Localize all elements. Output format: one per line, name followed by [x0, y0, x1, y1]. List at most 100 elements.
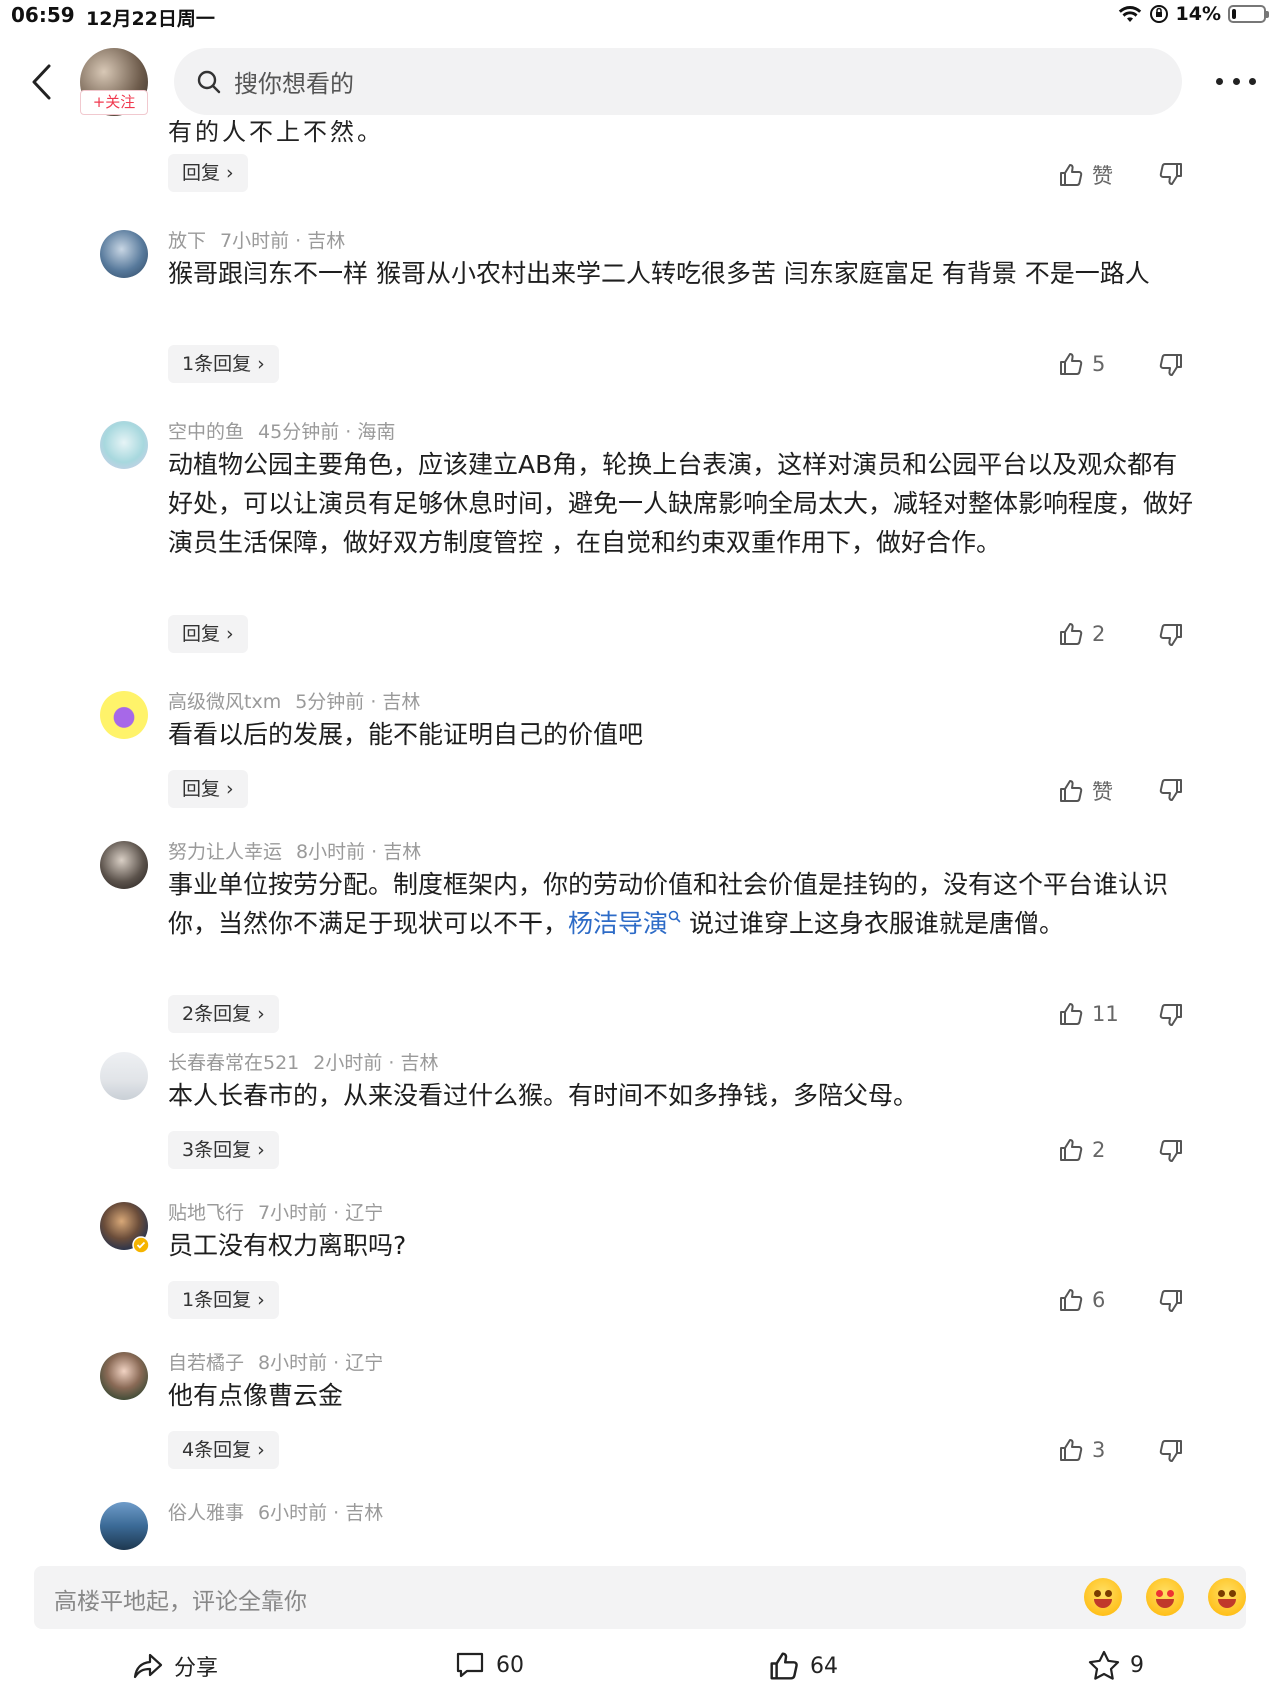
dislike-button[interactable] — [1158, 1288, 1184, 1318]
reply-button[interactable]: 回复 › — [168, 154, 248, 192]
comment-meta: 空中的鱼 45分钟前 · 海南 — [168, 421, 396, 443]
share-button[interactable]: 分享 — [132, 1650, 218, 1682]
dislike-button[interactable] — [1158, 777, 1184, 807]
header: +关注 搜你想看的 — [0, 40, 1280, 130]
like-article-button[interactable]: 64 — [768, 1650, 838, 1682]
comment-meta: 自若橘子 8小时前 · 辽宁 — [168, 1352, 384, 1374]
like-count: 11 — [1092, 1002, 1119, 1026]
dislike-button[interactable] — [1158, 161, 1184, 191]
user-avatar[interactable] — [100, 1052, 148, 1100]
search-input[interactable]: 搜你想看的 — [174, 48, 1182, 115]
reply-button[interactable]: 回复 › — [168, 770, 248, 808]
comment-meta: 高级微风txm 5分钟前 · 吉林 — [168, 691, 421, 713]
wifi-icon — [1118, 6, 1141, 22]
user-avatar[interactable] — [100, 421, 148, 469]
favorite-button[interactable]: 9 — [1088, 1650, 1144, 1680]
like-button[interactable]: 赞 — [1058, 160, 1113, 190]
battery-percent: 14% — [1175, 3, 1221, 25]
dislike-button[interactable] — [1158, 1138, 1184, 1168]
heart-eyes-emoji-icon[interactable] — [1146, 1578, 1184, 1616]
comment-username[interactable]: 努力让人幸运 — [168, 841, 282, 863]
comment-meta: 放下 7小时前 · 吉林 — [168, 230, 346, 252]
thumbs-down-icon — [1159, 1440, 1182, 1462]
like-count: 赞 — [1092, 780, 1113, 804]
user-avatar[interactable] — [100, 230, 148, 278]
user-avatar[interactable] — [100, 841, 148, 889]
comment-username[interactable]: 长春春常在521 — [168, 1052, 299, 1074]
comment-text-part: 说过谁穿上这身衣服谁就是唐僧。 — [681, 909, 1064, 938]
comment-input-placeholder: 高楼平地起，评论全靠你 — [54, 1589, 307, 1615]
comment-location: 吉林 — [307, 230, 346, 252]
view-replies-button[interactable]: 3条回复 › — [168, 1131, 279, 1169]
search-small-icon[interactable] — [668, 910, 681, 923]
comment-time: 8小时前 — [296, 841, 366, 863]
mention-link[interactable]: 杨洁导演 — [568, 909, 668, 938]
thumbs-up-icon — [1060, 1439, 1083, 1461]
user-avatar[interactable] — [100, 691, 148, 739]
status-right: 14% — [1118, 3, 1269, 25]
replies-label: 3条回复 — [182, 1139, 252, 1161]
comment-time: 7小时前 — [220, 230, 290, 252]
thumbs-down-icon — [1159, 163, 1182, 185]
user-avatar[interactable] — [100, 1502, 148, 1550]
comment-username[interactable]: 空中的鱼 — [168, 421, 244, 443]
dislike-button[interactable] — [1158, 1438, 1184, 1468]
verified-badge-icon — [132, 1236, 150, 1254]
more-options-button[interactable] — [1216, 66, 1256, 96]
thumbs-up-icon — [1060, 1003, 1083, 1025]
replies-label: 1条回复 — [182, 1289, 252, 1311]
comment-icon — [456, 1652, 484, 1678]
comment-text: 看看以后的发展，能不能证明自己的价值吧 — [168, 720, 644, 749]
like-count: 2 — [1092, 1138, 1106, 1162]
comment-username[interactable]: 贴地飞行 — [168, 1202, 244, 1224]
comment-username[interactable]: 自若橘子 — [168, 1352, 244, 1374]
thumbs-up-icon — [1060, 1139, 1083, 1161]
comment-username[interactable]: 高级微风txm — [168, 691, 281, 713]
like-button[interactable]: 6 — [1058, 1287, 1105, 1313]
like-button[interactable]: 2 — [1058, 1137, 1105, 1163]
like-button[interactable]: 3 — [1058, 1437, 1105, 1463]
thumbs-down-icon — [1159, 354, 1182, 376]
like-button[interactable]: 11 — [1058, 1001, 1119, 1027]
like-button[interactable]: 5 — [1058, 351, 1105, 377]
like-count: 6 — [1092, 1288, 1106, 1312]
more-dot-icon — [1249, 77, 1256, 85]
comment-username[interactable]: 俗人雅事 — [168, 1502, 244, 1524]
comment-text: 本人长春市的，从来没看过什么猴。有时间不如多挣钱，多陪父母。 — [168, 1081, 919, 1110]
dislike-button[interactable] — [1158, 622, 1184, 652]
view-replies-button[interactable]: 4条回复 › — [168, 1431, 279, 1469]
comment-time: 6小时前 — [258, 1502, 328, 1524]
dislike-button[interactable] — [1158, 352, 1184, 382]
view-replies-button[interactable]: 1条回复 › — [168, 345, 279, 383]
view-replies-button[interactable]: 1条回复 › — [168, 1281, 279, 1319]
comment-location: 吉林 — [383, 841, 422, 863]
comment-meta: 努力让人幸运 8小时前 · 吉林 — [168, 841, 422, 863]
comment-meta: 贴地飞行 7小时前 · 辽宁 — [168, 1202, 384, 1224]
comment-text: 动植物公园主要角色，应该建立AB角，轮换上台表演，这样对演员和公园平台以及观众都… — [168, 450, 1194, 557]
like-button[interactable]: 2 — [1058, 621, 1105, 647]
reply-button[interactable]: 回复 › — [168, 615, 248, 653]
comment-username[interactable]: 放下 — [168, 230, 206, 252]
follow-button[interactable]: +关注 — [80, 90, 148, 115]
comment-text: 他有点像曹云金 — [168, 1381, 344, 1410]
replies-label: 回复 — [182, 778, 221, 800]
search-icon — [197, 70, 221, 93]
comment-list: 有的人不上不然。 回复 › 赞 放下 7小时前 · 吉林 猴哥跟闫东不一样 猴哥从… — [0, 120, 1280, 1550]
comment-location: 辽宁 — [345, 1202, 384, 1224]
back-button[interactable] — [24, 60, 58, 104]
comment-time: 8小时前 — [258, 1352, 328, 1374]
replies-label: 2条回复 — [182, 1003, 252, 1025]
comment-input[interactable]: 高楼平地起，评论全靠你 — [34, 1566, 1246, 1629]
search-placeholder: 搜你想看的 — [234, 70, 354, 98]
user-avatar[interactable] — [100, 1352, 148, 1400]
comments-count: 60 — [496, 1652, 524, 1678]
comments-button[interactable]: 60 — [454, 1650, 524, 1680]
dislike-button[interactable] — [1158, 1002, 1184, 1032]
view-replies-button[interactable]: 2条回复 › — [168, 995, 279, 1033]
like-count: 5 — [1092, 352, 1106, 376]
comment-time: 5分钟前 — [295, 691, 365, 713]
like-button[interactable]: 赞 — [1058, 776, 1113, 806]
grinning-emoji-icon[interactable] — [1208, 1578, 1246, 1616]
status-bar: 06:59 12月22日周一 14% — [0, 0, 1280, 34]
laughing-cry-emoji-icon[interactable] — [1084, 1578, 1122, 1616]
